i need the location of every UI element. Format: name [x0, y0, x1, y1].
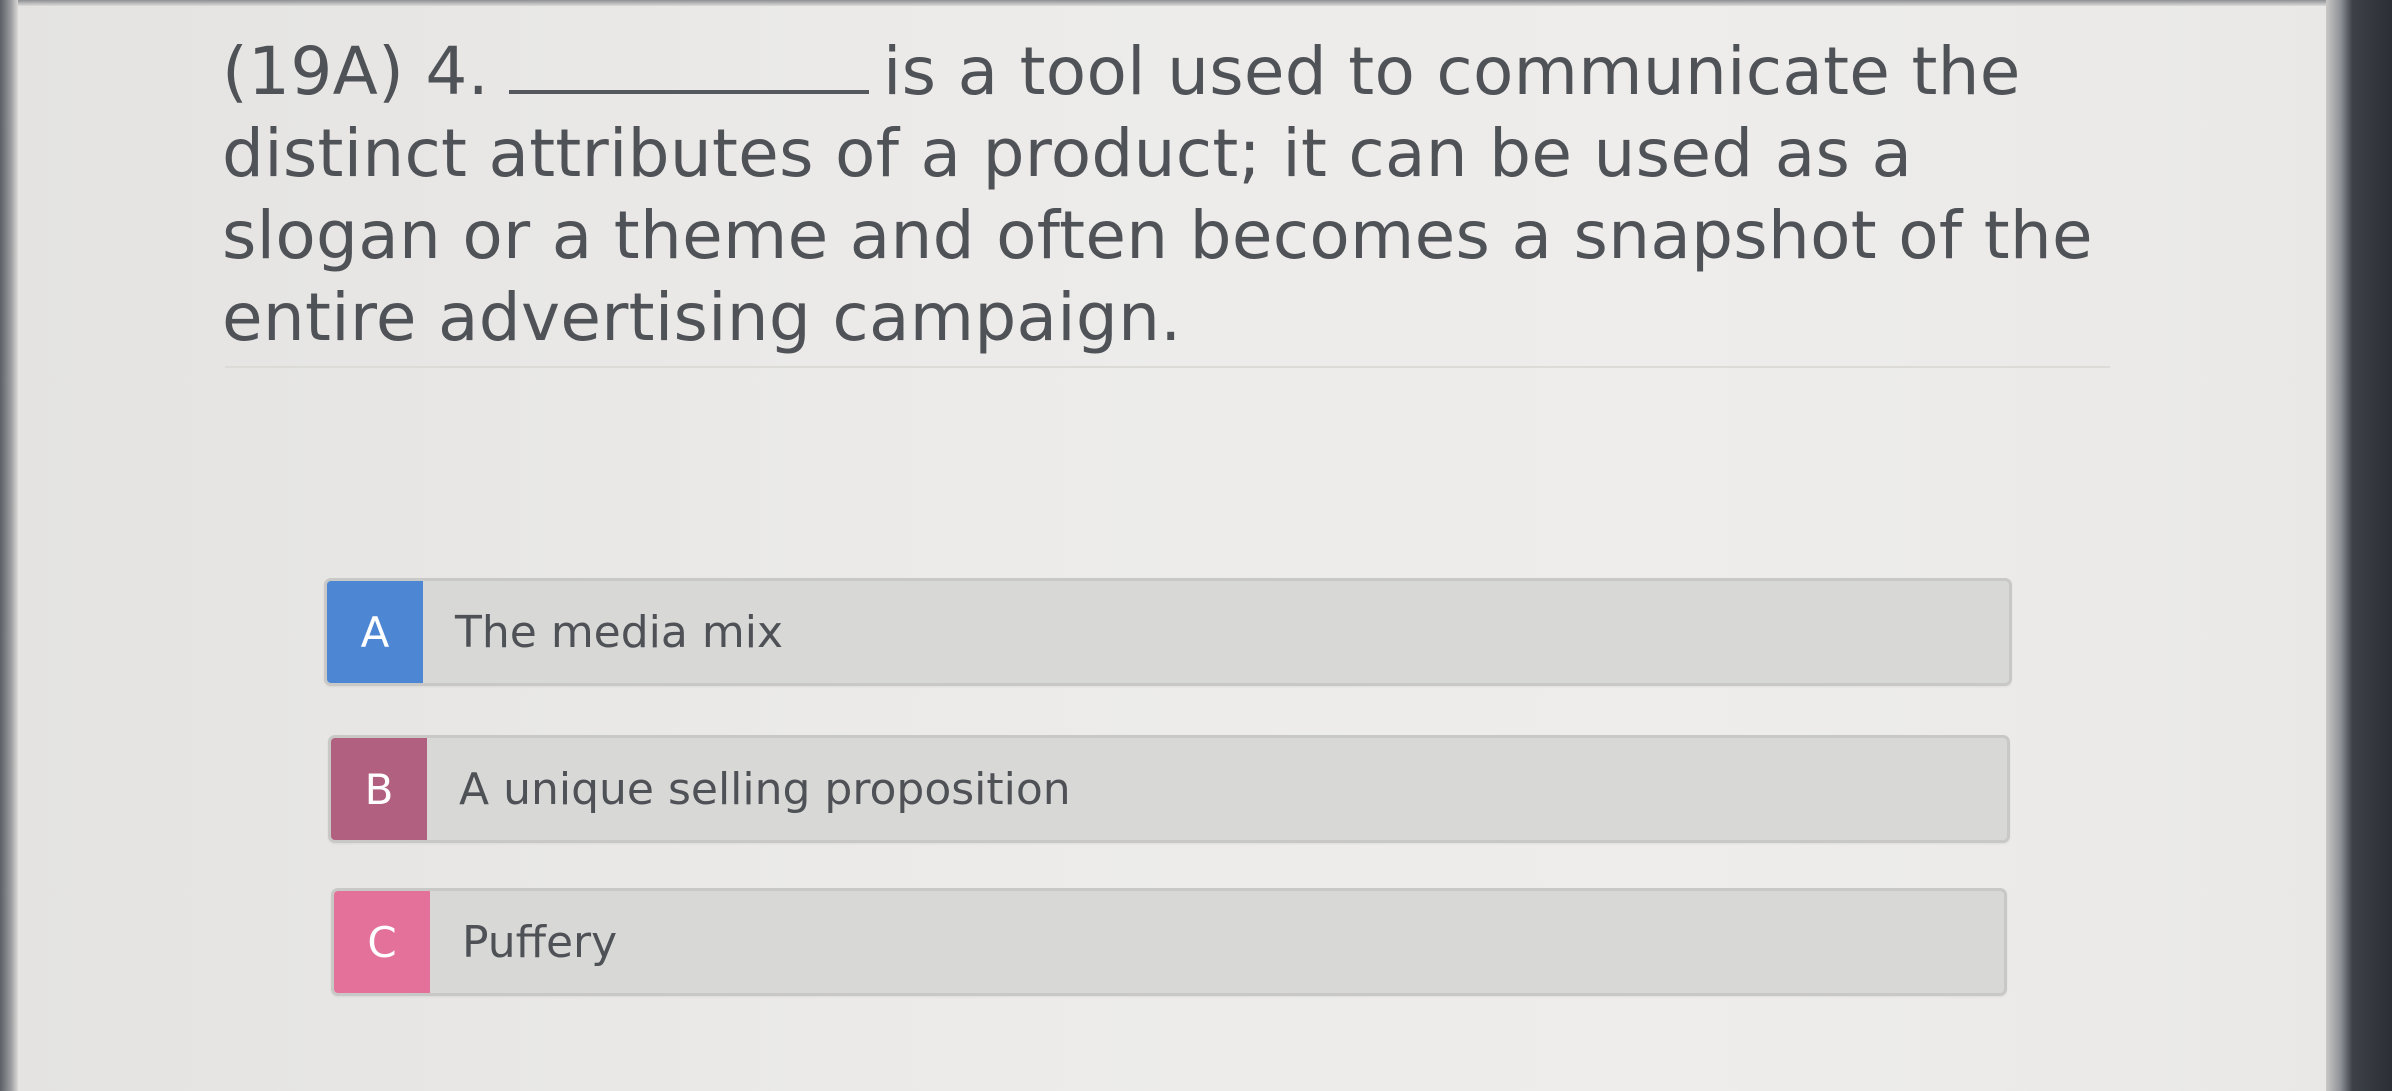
question-number: (19A) 4. [222, 33, 489, 110]
option-a-label: The media mix [455, 606, 783, 658]
question-text: (19A) 4. is a tool used to communicate th… [222, 30, 2122, 359]
option-c-letter: C [334, 891, 430, 993]
option-b-letter: B [331, 738, 427, 840]
option-a[interactable]: A The media mix [324, 578, 2012, 686]
screen-left-edge [0, 0, 18, 1091]
monitor-bezel [2326, 0, 2392, 1091]
option-b-label: A unique selling proposition [459, 763, 1071, 815]
option-c-label: Puffery [462, 916, 618, 968]
option-a-letter: A [327, 581, 423, 683]
option-b[interactable]: B A unique selling proposition [328, 735, 2010, 843]
screen-top-edge [0, 0, 2392, 6]
option-c[interactable]: C Puffery [331, 888, 2007, 996]
screen: (19A) 4. is a tool used to communicate th… [0, 0, 2392, 1091]
question-divider [225, 366, 2110, 368]
answer-blank [508, 30, 869, 94]
question-body: is a tool used to communicate the distin… [222, 33, 2093, 356]
